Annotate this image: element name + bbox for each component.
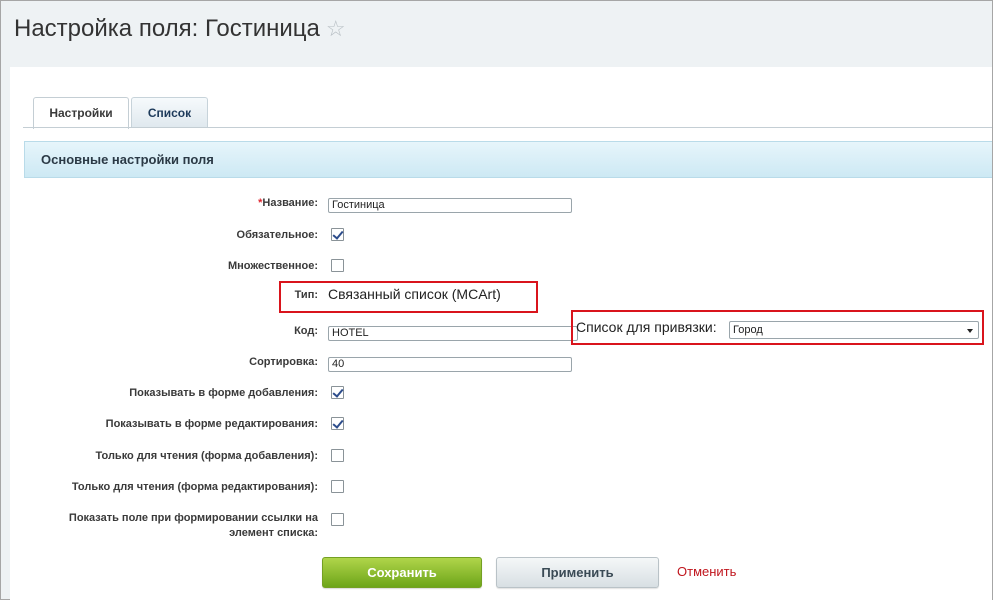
form-row-show-add: Показывать в форме добавления: [10, 383, 992, 403]
show-add-checkbox[interactable] [331, 386, 344, 399]
window-frame: Настройка поля: Гостиница ☆ Настройки Спи… [0, 0, 993, 600]
show-edit-label: Показывать в форме редактирования: [105, 418, 318, 430]
type-value: Связанный список (MCArt) [328, 286, 501, 302]
binding-select[interactable]: Город [729, 321, 979, 339]
page-title: Настройка поля: Гостиница ☆ [14, 15, 346, 43]
form-row-sort: Сортировка: [10, 352, 992, 372]
sort-input[interactable] [328, 356, 572, 372]
tab-divider [23, 127, 992, 128]
name-label-text: Название: [262, 197, 318, 209]
binding-label: Список для привязки: [576, 319, 717, 335]
name-input[interactable] [328, 197, 572, 213]
multiple-checkbox[interactable] [331, 259, 344, 272]
form-row-readonly-edit: Только для чтения (форма редактирования)… [10, 477, 992, 497]
name-label: *Название: [258, 193, 318, 213]
show-link-field [328, 512, 344, 526]
show-edit-checkbox[interactable] [331, 417, 344, 430]
cancel-link[interactable]: Отменить [677, 564, 736, 579]
tab-list[interactable]: Список [131, 97, 208, 128]
form-row-type: Тип: Связанный список (MCArt) [10, 285, 992, 305]
show-link-checkbox[interactable] [331, 513, 344, 526]
readonly-add-label: Только для чтения (форма добавления): [95, 450, 318, 462]
readonly-edit-checkbox[interactable] [331, 480, 344, 493]
form-row-name: *Название: [10, 193, 992, 213]
show-add-label: Показывать в форме добавления: [129, 387, 318, 399]
section-header: Основные настройки поля [24, 141, 992, 178]
required-checkbox[interactable] [331, 228, 344, 241]
save-button[interactable]: Сохранить [322, 557, 482, 588]
form-row-readonly-add: Только для чтения (форма добавления): [10, 446, 992, 466]
show-link-label: Показать поле при формировании ссылки на… [68, 512, 318, 539]
required-label: Обязательное: [236, 229, 318, 241]
tab-settings[interactable]: Настройки [33, 97, 129, 129]
code-label: Код: [294, 325, 318, 337]
dropdown-arrow-icon [967, 329, 973, 333]
code-input[interactable] [328, 325, 578, 341]
form-row-multiple: Множественное: [10, 256, 992, 276]
multiple-label: Множественное: [227, 260, 318, 272]
favorite-star-icon[interactable]: ☆ [326, 16, 346, 41]
main-panel: Настройки Список Основные настройки поля… [10, 67, 992, 600]
page-title-text: Настройка поля: Гостиница [14, 15, 320, 42]
form-row-show-edit: Показывать в форме редактирования: [10, 414, 992, 434]
binding-selected-value: Город [733, 324, 763, 336]
readonly-edit-label: Только для чтения (форма редактирования)… [71, 481, 318, 493]
apply-button[interactable]: Применить [496, 557, 659, 588]
readonly-add-checkbox[interactable] [331, 449, 344, 462]
form-row-required: Обязательное: [10, 225, 992, 245]
sort-label: Сортировка: [249, 356, 318, 368]
type-label: Тип: [294, 289, 318, 301]
